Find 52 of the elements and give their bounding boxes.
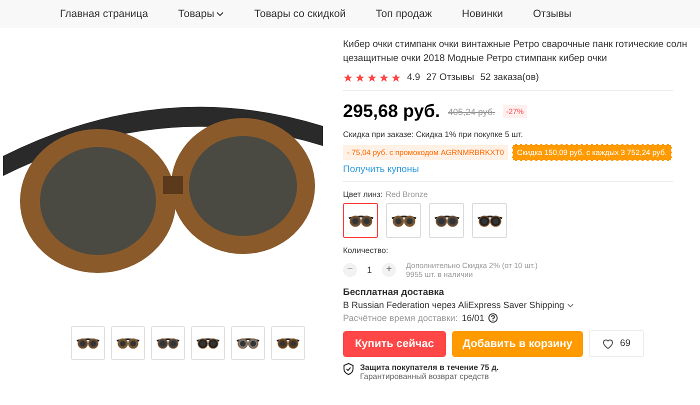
thumbnail[interactable] xyxy=(70,326,104,360)
color-option[interactable] xyxy=(343,203,378,238)
star-icon xyxy=(367,72,377,82)
shield-check-icon xyxy=(343,363,354,375)
old-price: 405,24 руб. xyxy=(448,106,496,116)
nav-link[interactable]: Отзывы xyxy=(532,8,572,20)
color-value: Red Bronze xyxy=(386,190,428,199)
wishlist-button[interactable]: 69 xyxy=(589,330,644,357)
orders-count: 52 заказа(ов) xyxy=(480,72,539,83)
goggles-drawing xyxy=(196,336,220,350)
increase-button[interactable]: + xyxy=(382,263,396,277)
nav-link[interactable]: Главная страница xyxy=(60,8,148,20)
bulk-discount-text: Скидка при заказе: Скидка 1% при покупке 5 шт. xyxy=(343,130,523,139)
quantity-label: Количество: xyxy=(343,246,390,255)
chevron-down-icon xyxy=(567,302,574,308)
heart-icon xyxy=(602,338,614,349)
color-label: Цвет линз: xyxy=(343,190,383,199)
star-icon xyxy=(343,72,353,82)
delivery-label: Расчётное время доставки: xyxy=(343,313,458,323)
goggles-drawing xyxy=(236,336,260,350)
nav-link[interactable]: Товары xyxy=(178,8,224,20)
protection-title: Защита покупателя в течение 75 д. xyxy=(360,363,499,372)
goggles-drawing xyxy=(390,213,416,228)
star-icon xyxy=(355,72,365,82)
goggles-drawing xyxy=(476,213,502,228)
thumbnail[interactable] xyxy=(270,326,304,360)
delivery-date: 16/01 xyxy=(462,313,484,323)
price: 295,68 руб. xyxy=(343,101,440,122)
thumbnail[interactable] xyxy=(230,326,264,360)
star-icon xyxy=(391,72,401,82)
reviews-link[interactable]: 27 Отзывы xyxy=(426,72,474,83)
nav-link[interactable]: Топ продаж xyxy=(376,8,432,20)
goggles-drawing xyxy=(76,336,100,350)
product-title: Кибер очки стимпанк очки винтажные Ретро сварочные панк готические солнцезащитные очки 2018 Модные Ретро стимпанк кибер очки xyxy=(343,38,688,66)
quantity-value[interactable]: 1 xyxy=(367,265,372,275)
shipping-route[interactable]: В Russian Federation через AliExpress Saver Shipping xyxy=(343,300,564,310)
rating: 4.9 xyxy=(407,72,420,83)
nav-link[interactable]: Новинки xyxy=(462,8,503,20)
thumbnail[interactable] xyxy=(190,326,224,360)
thumbnail[interactable] xyxy=(110,326,144,360)
chevron-down-icon xyxy=(216,10,224,18)
nav-link[interactable]: Товары со скидкой xyxy=(254,8,346,20)
goggles-drawing xyxy=(434,213,460,228)
protection-text: Гарантированный возврат средств xyxy=(360,372,490,381)
star-icon xyxy=(379,72,389,82)
shipping-title: Бесплатная доставка xyxy=(343,287,446,298)
help-icon[interactable] xyxy=(488,313,498,323)
goggles-drawing xyxy=(348,213,374,228)
goggles-drawing xyxy=(116,336,140,350)
thumbnail[interactable] xyxy=(150,326,184,360)
goggles-drawing xyxy=(156,336,180,350)
goggles-drawing xyxy=(276,336,300,350)
